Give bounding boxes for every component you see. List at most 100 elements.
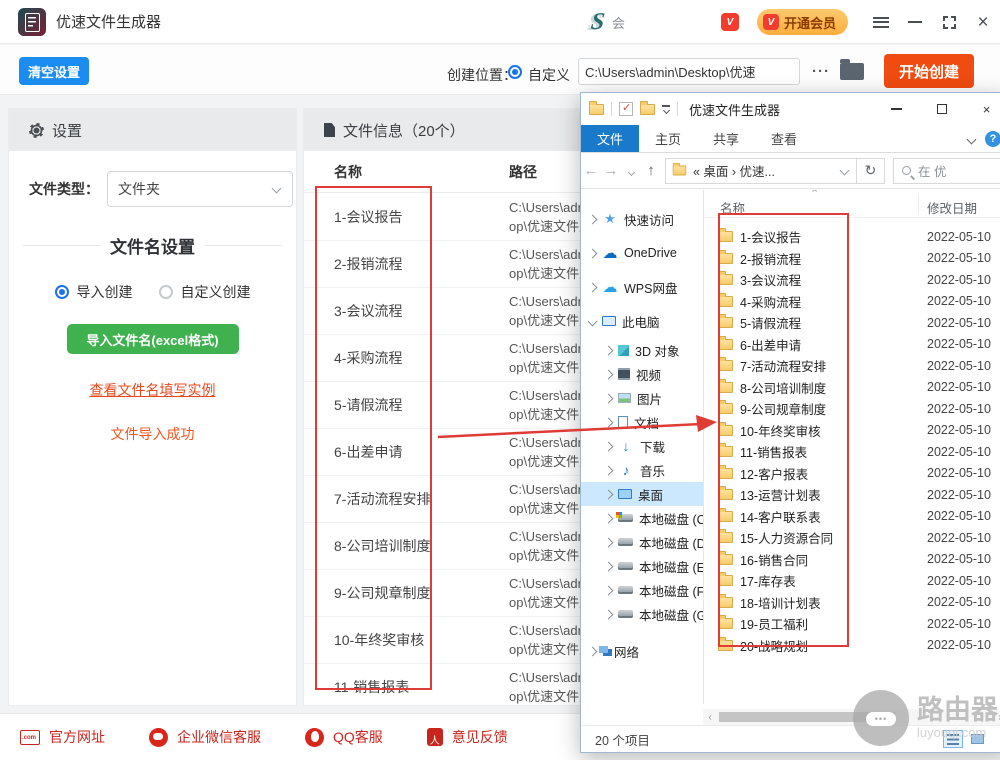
footer-link[interactable]: 意见反馈 [427,727,508,747]
maximize-button[interactable] [932,0,966,44]
ribbon-tab[interactable]: 查看 [755,125,813,152]
tree-chevron-icon[interactable] [604,465,614,475]
footer-link[interactable]: 官方网址 [20,727,105,747]
scroll-left-icon[interactable]: ‹ [703,712,717,723]
tree-chevron-icon[interactable] [604,393,614,403]
folder-row[interactable]: 11-销售报表 2022-05-10 [704,441,1000,463]
tree-chevron-icon[interactable] [604,441,614,451]
view-example-link[interactable]: 查看文件名填写实例 [90,380,216,400]
sidebar-item[interactable]: 视频 [581,362,703,386]
address-bar[interactable]: « 桌面 › 优速... [665,158,857,184]
sidebar-item[interactable]: 网络 [581,634,703,668]
sidebar-item[interactable]: 3D 对象 [581,338,703,362]
folder-row[interactable]: 16-销售合同 2022-05-10 [704,549,1000,571]
tree-chevron-icon[interactable] [604,561,614,571]
horizontal-scrollbar[interactable]: ‹ › [703,709,1000,725]
folder-row[interactable]: 20-战略规划 2022-05-10 [704,635,1000,657]
create-path-input[interactable] [578,58,800,85]
tree-chevron-icon[interactable] [604,369,614,379]
folder-row[interactable]: 19-员工福利 2022-05-10 [704,613,1000,635]
thumbnail-view-button[interactable] [967,730,987,748]
ribbon-collapse-icon[interactable] [967,134,977,144]
folder-row[interactable]: 12-客户报表 2022-05-10 [704,463,1000,485]
sidebar-item[interactable]: 下载 [581,434,703,458]
ribbon-tab[interactable]: 主页 [639,125,697,152]
folder-row[interactable]: 9-公司规章制度 2022-05-10 [704,398,1000,420]
sidebar-item[interactable]: 本地磁盘 (F: [581,578,703,602]
scrollbar-thumb[interactable] [719,712,895,722]
folder-row[interactable]: 1-会议报告 2022-05-10 [704,226,1000,248]
minimize-button[interactable] [898,0,932,44]
name-column-header[interactable]: 名称 [720,198,745,217]
checkmark-icon[interactable] [619,102,633,116]
up-button[interactable]: ↑ [641,162,661,179]
ribbon-tab[interactable]: 共享 [697,125,755,152]
open-folder-icon[interactable] [840,63,864,80]
folder-row[interactable]: 2-报销流程 2022-05-10 [704,248,1000,270]
sidebar-item[interactable]: 本地磁盘 (D [581,530,703,554]
tree-chevron-icon[interactable] [604,537,614,547]
tree-chevron-icon[interactable] [588,248,598,258]
file-type-select[interactable]: 文件夹 [107,171,293,207]
open-membership-button[interactable]: V 开通会员 [757,9,848,35]
close-button[interactable]: × [966,0,1000,44]
refresh-button[interactable]: ↻ [857,158,885,184]
help-icon[interactable]: ? [985,131,1000,147]
explorer-minimize-button[interactable] [874,93,919,125]
tree-chevron-icon[interactable] [604,345,614,355]
sidebar-item[interactable]: OneDrive [581,236,703,270]
footer-link[interactable]: 企业微信客服 [149,727,261,747]
sidebar-item[interactable]: 文档 [581,410,703,434]
tree-chevron-icon[interactable] [604,513,614,523]
sidebar-item[interactable]: 图片 [581,386,703,410]
column-divider[interactable] [918,194,919,214]
explorer-close-button[interactable]: × [964,93,1000,125]
scroll-right-icon[interactable]: › [993,712,1000,723]
folder-row[interactable]: 18-培训计划表 2022-05-10 [704,592,1000,614]
sidebar-item[interactable]: WPS网盘 [581,270,703,304]
sidebar-item[interactable]: 本地磁盘 (G [581,602,703,626]
sidebar-item[interactable]: 本地磁盘 (C: [581,506,703,530]
date-column-header[interactable]: 修改日期 [927,198,977,217]
folder-row[interactable]: 14-客户联系表 2022-05-10 [704,506,1000,528]
browse-more-button[interactable]: ··· [808,59,834,83]
menu-button[interactable] [864,0,898,44]
folder-row[interactable]: 5-请假流程 2022-05-10 [704,312,1000,334]
folder-row[interactable]: 17-库存表 2022-05-10 [704,570,1000,592]
folder-row[interactable]: 6-出差申请 2022-05-10 [704,334,1000,356]
tree-chevron-icon[interactable] [604,489,614,499]
sidebar-item[interactable]: 本地磁盘 (E: [581,554,703,578]
custom-location-radio[interactable] [508,65,522,79]
sidebar-item[interactable]: 音乐 [581,458,703,482]
folder-row[interactable]: 13-运营计划表 2022-05-10 [704,484,1000,506]
footer-link[interactable]: QQ客服 [305,727,383,747]
details-view-button[interactable] [943,730,963,748]
sidebar-item[interactable]: 快速访问 [581,202,703,236]
folder-row[interactable]: 4-采购流程 2022-05-10 [704,291,1000,313]
folder-row[interactable]: 10-年终奖审核 2022-05-10 [704,420,1000,442]
quick-access-dropdown-icon[interactable] [662,105,670,113]
folder-row[interactable]: 15-人力资源合同 2022-05-10 [704,527,1000,549]
address-dropdown-icon[interactable] [840,166,850,176]
history-dropdown-icon[interactable] [621,162,641,179]
import-filenames-button[interactable]: 导入文件名(excel格式) [67,324,239,354]
start-create-button[interactable]: 开始创建 [884,54,974,88]
tree-chevron-icon[interactable] [604,609,614,619]
search-box[interactable]: 在 优 [893,158,1000,184]
folder-row[interactable]: 3-会议流程 2022-05-10 [704,269,1000,291]
folder-row[interactable]: 7-活动流程安排 2022-05-10 [704,355,1000,377]
import-create-radio[interactable] [55,285,69,299]
clear-settings-button[interactable]: 清空设置 [19,57,89,85]
forward-button[interactable]: → [601,162,621,179]
tree-chevron-icon[interactable] [604,417,614,427]
sidebar-item[interactable]: 此电脑 [581,304,703,338]
vip-icon[interactable]: V [721,13,739,31]
tree-chevron-icon[interactable] [588,646,598,656]
ribbon-tab[interactable]: 文件 [581,125,639,152]
sidebar-item[interactable]: 桌面 [581,482,703,506]
tree-chevron-icon[interactable] [588,316,598,326]
tree-chevron-icon[interactable] [588,282,598,292]
back-button[interactable]: ← [581,162,601,179]
folder-row[interactable]: 8-公司培训制度 2022-05-10 [704,377,1000,399]
custom-create-radio[interactable] [159,285,173,299]
